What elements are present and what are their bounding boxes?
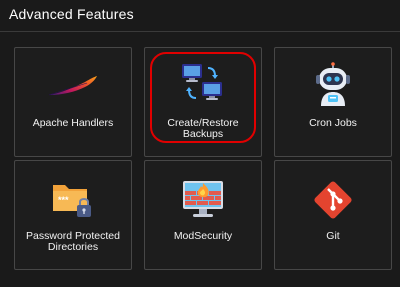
git-icon <box>275 175 391 225</box>
section-title: Advanced Features <box>9 6 134 22</box>
tile-password-protected-directories[interactable]: *** Password Protected Directories <box>14 160 132 270</box>
tile-label: Cron Jobs <box>309 117 357 129</box>
apache-feather-icon <box>15 62 131 112</box>
svg-text:***: *** <box>58 195 69 205</box>
tile-label: ModSecurity <box>173 230 233 242</box>
tile-apache-handlers[interactable]: Apache Handlers <box>14 47 132 157</box>
tile-label: Password Protected Directories <box>26 230 120 253</box>
tile-create-restore-backups[interactable]: Create/Restore Backups <box>144 47 262 157</box>
tile-label: Apache Handlers <box>32 117 114 129</box>
firewall-monitor-icon <box>145 175 261 225</box>
tile-label: Git <box>326 230 340 242</box>
section-divider <box>0 31 400 32</box>
tile-git[interactable]: Git <box>274 160 392 270</box>
locked-folder-icon: *** <box>15 175 131 223</box>
advanced-features-panel: Advanced Features Apache Handlers Create… <box>0 0 400 287</box>
tile-modsecurity[interactable]: ModSecurity <box>144 160 262 270</box>
tile-cron-jobs[interactable]: Cron Jobs <box>274 47 392 157</box>
tile-label: Create/Restore Backups <box>167 117 239 140</box>
robot-icon <box>275 60 391 110</box>
backup-computers-icon <box>145 58 261 108</box>
